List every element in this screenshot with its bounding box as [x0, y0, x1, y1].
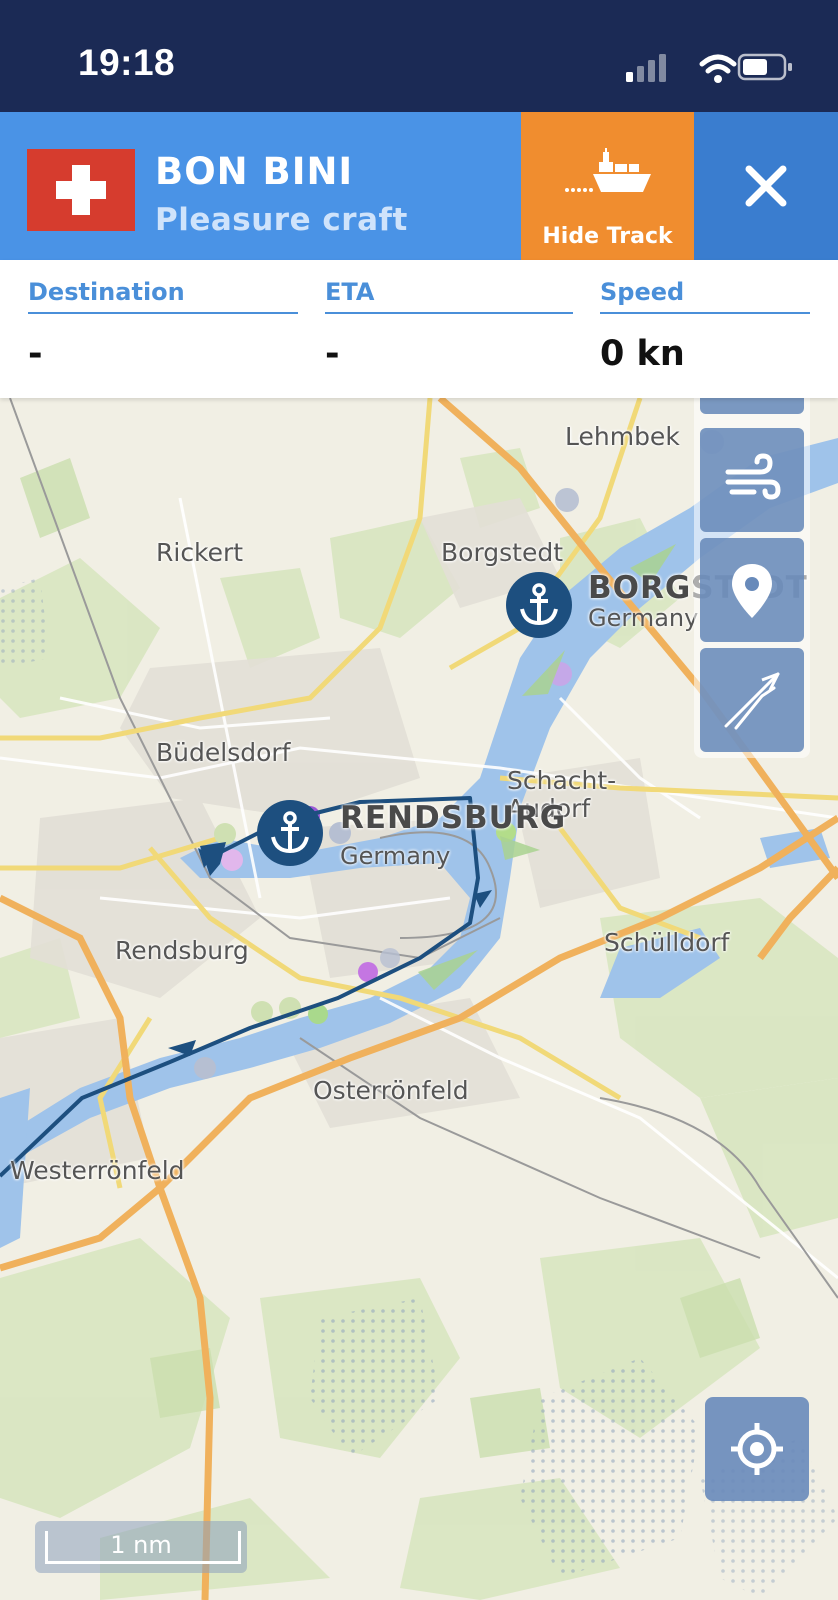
scale-bar: 1 nm	[35, 1521, 247, 1573]
place-label-budelsdorf: Büdelsdorf	[156, 738, 291, 767]
place-label-westerronfeld: Westerrönfeld	[10, 1156, 185, 1185]
destination-field: Destination -	[28, 278, 298, 374]
close-button[interactable]	[694, 112, 838, 260]
map-layer-controls	[694, 398, 810, 758]
eta-value: -	[325, 334, 340, 374]
speed-field: Speed 0 kn	[600, 278, 810, 374]
compass-button[interactable]	[700, 648, 804, 752]
scale-label: 1 nm	[110, 1531, 172, 1559]
hide-track-label: Hide Track	[542, 224, 673, 249]
destination-value: -	[28, 334, 43, 374]
location-pin-button[interactable]	[700, 538, 804, 642]
locate-me-button[interactable]	[705, 1397, 809, 1501]
place-label-schacht: Schacht-	[507, 766, 617, 795]
port-marker-rendsburg[interactable]	[257, 800, 323, 866]
vessel-info-row: Destination - ETA - Speed 0 kn	[0, 260, 838, 398]
port-marker-borgstedt[interactable]	[506, 572, 572, 638]
battery-icon	[737, 53, 792, 81]
swiss-flag-icon	[27, 149, 135, 231]
port-country-borgstedt: Germany	[588, 604, 699, 632]
port-name-rendsburg: RENDSBURG	[340, 800, 567, 836]
vessel-name: BON BINI	[155, 150, 354, 193]
layer-button-partial[interactable]	[700, 398, 804, 414]
eta-label: ETA	[325, 278, 573, 314]
place-label-rendsburg: Rendsburg	[115, 936, 249, 965]
ship-track-icon	[565, 148, 651, 192]
place-label-rickert: Rickert	[156, 538, 244, 567]
compass-icon	[724, 672, 780, 730]
vessel-header: BON BINI Pleasure craft Hide Track	[0, 112, 838, 260]
status-icons	[622, 50, 802, 86]
anchor-icon	[271, 811, 309, 854]
wifi-icon	[699, 54, 737, 83]
wind-icon	[725, 453, 781, 500]
hide-track-button[interactable]: Hide Track	[521, 112, 694, 260]
map-view[interactable]: Lehmbek Rickert Borgstedt Büdelsdorf Sch…	[0, 398, 838, 1600]
place-label-lehmbek: Lehmbek	[565, 422, 680, 451]
destination-label: Destination	[28, 278, 298, 314]
vessel-type: Pleasure craft	[155, 202, 408, 238]
wind-layer-button[interactable]	[700, 428, 804, 532]
signal-icon	[626, 54, 666, 82]
speed-label: Speed	[600, 278, 810, 314]
eta-field: ETA -	[325, 278, 573, 374]
place-label-borgstedt: Borgstedt	[441, 538, 564, 567]
place-label-osterronfeld: Osterrönfeld	[313, 1076, 469, 1105]
place-label-schulldorf: Schülldorf	[604, 928, 730, 957]
port-country-rendsburg: Germany	[340, 842, 451, 870]
speed-value: 0 kn	[600, 334, 685, 374]
crosshair-icon	[731, 1423, 783, 1475]
status-bar: 19:18	[0, 0, 838, 112]
close-icon	[745, 165, 787, 207]
status-time: 19:18	[78, 42, 176, 83]
anchor-icon	[520, 583, 558, 626]
location-pin-icon	[732, 564, 772, 618]
